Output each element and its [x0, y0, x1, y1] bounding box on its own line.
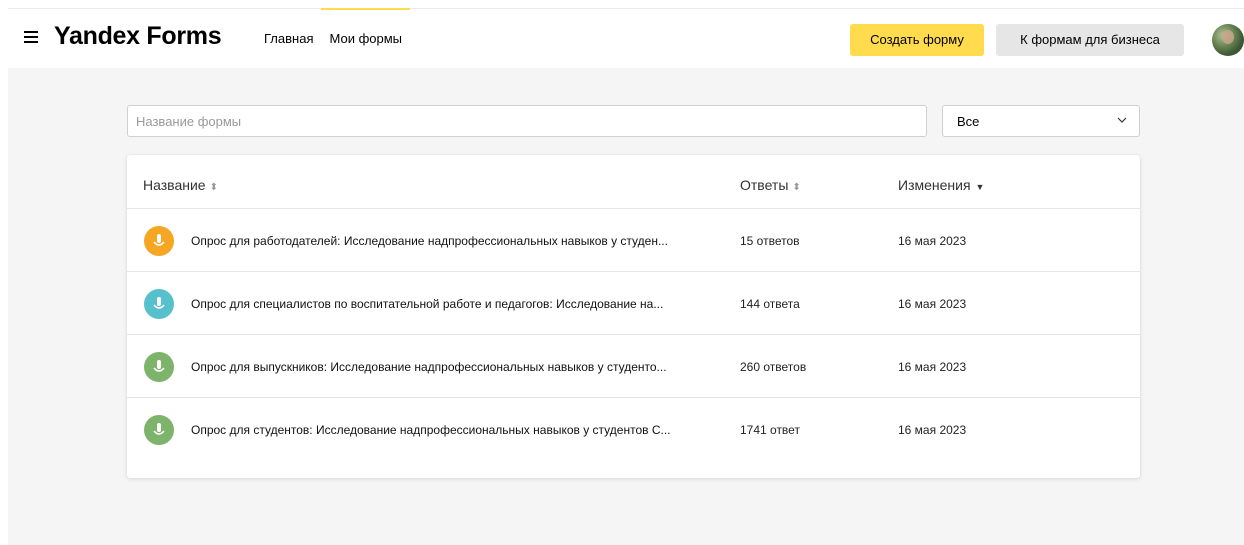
table-row[interactable]: Опрос для студентов: Исследование надпро…	[127, 398, 1140, 461]
nav-my-forms[interactable]: Мои формы	[321, 8, 410, 68]
forms-table: Название ⬍ Ответы ⬍ Изменения ▼ Опрос для р…	[127, 155, 1140, 478]
form-title[interactable]: Опрос для выпускников: Исследование надп…	[191, 360, 711, 374]
main-nav: Главная Мои формы	[256, 8, 410, 68]
table-row[interactable]: Опрос для работодателей: Исследование на…	[127, 209, 1140, 272]
column-header-answers-label: Ответы	[740, 177, 789, 193]
column-header-answers[interactable]: Ответы ⬍	[740, 177, 801, 193]
table-header: Название ⬍ Ответы ⬍ Изменения ▼	[127, 155, 1140, 209]
filter-select[interactable]: Все	[942, 105, 1140, 137]
answers-count: 260 ответов	[740, 360, 807, 374]
changed-date: 16 мая 2023	[898, 423, 967, 437]
sort-desc-icon: ▼	[975, 182, 985, 192]
form-title[interactable]: Опрос для специалистов по воспитательной…	[191, 297, 711, 311]
sort-icon: ⬍	[209, 182, 218, 193]
changed-date: 16 мая 2023	[898, 360, 967, 374]
chevron-down-icon	[1117, 117, 1127, 123]
table-row[interactable]: Опрос для выпускников: Исследование надп…	[127, 335, 1140, 398]
form-icon	[144, 226, 174, 256]
changed-date: 16 мая 2023	[898, 234, 967, 248]
table-row[interactable]: Опрос для специалистов по воспитательной…	[127, 272, 1140, 335]
column-header-changed[interactable]: Изменения ▼	[898, 177, 984, 193]
answers-count: 1741 ответ	[740, 423, 800, 437]
column-header-changed-label: Изменения	[898, 177, 971, 193]
header: Yandex Forms Главная Мои формы Создать ф…	[8, 8, 1244, 68]
filter-select-value: Все	[957, 114, 980, 129]
create-form-button[interactable]: Создать форму	[850, 24, 984, 56]
form-icon	[144, 352, 174, 382]
form-name-search-input[interactable]	[127, 105, 927, 137]
form-title[interactable]: Опрос для студентов: Исследование надпро…	[191, 423, 711, 437]
sort-icon: ⬍	[792, 182, 801, 193]
form-title[interactable]: Опрос для работодателей: Исследование на…	[191, 234, 711, 248]
column-header-name-label: Название	[143, 177, 206, 193]
app-frame: Yandex Forms Главная Мои формы Создать ф…	[8, 8, 1244, 545]
changed-date: 16 мая 2023	[898, 297, 967, 311]
form-icon	[144, 415, 174, 445]
logo[interactable]: Yandex Forms	[54, 22, 222, 51]
answers-count: 15 ответов	[740, 234, 800, 248]
user-avatar[interactable]	[1212, 24, 1244, 56]
answers-count: 144 ответа	[740, 297, 800, 311]
business-forms-button[interactable]: К формам для бизнеса	[996, 24, 1184, 56]
column-header-name[interactable]: Название ⬍	[143, 177, 218, 193]
hamburger-icon[interactable]	[24, 31, 38, 43]
form-icon	[144, 289, 174, 319]
nav-home[interactable]: Главная	[256, 9, 321, 68]
